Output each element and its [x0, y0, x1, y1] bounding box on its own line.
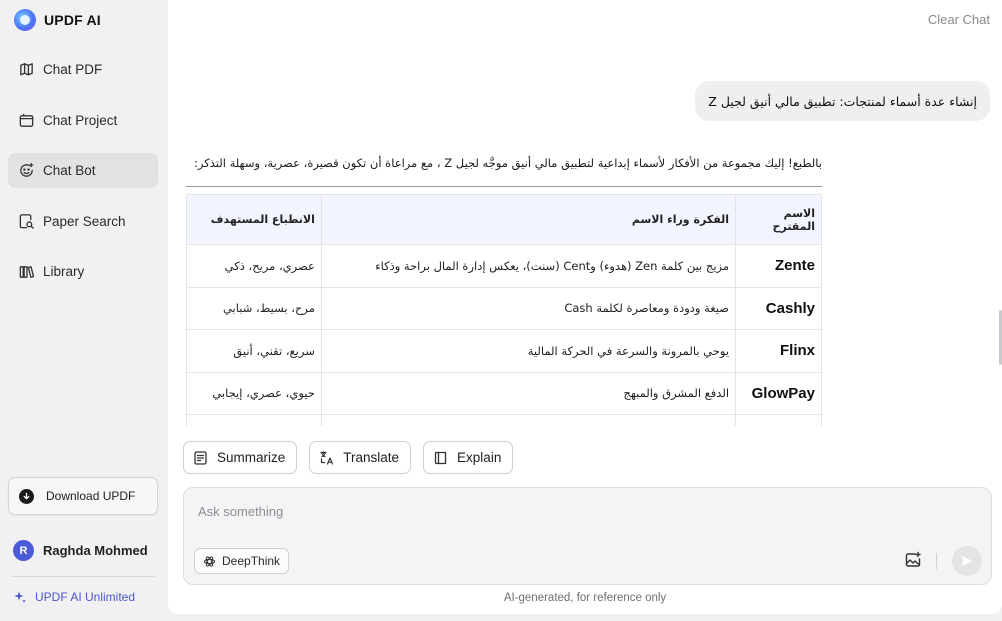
send-button[interactable]	[952, 546, 982, 576]
cell-name: Cashly	[735, 286, 822, 330]
image-add-icon	[905, 551, 921, 567]
summarize-button[interactable]: Summarize	[183, 441, 298, 474]
table-row: GlowPay الدفع المشرق والمبهج حيوي، عصري،…	[186, 371, 822, 415]
table-row: Zente مزيج بين كلمة Zen (هدوء) وCent (سن…	[186, 244, 822, 288]
sidebar-item-label: Paper Search	[43, 213, 126, 229]
cell-idea: مزيج بين كلمة Zen (هدوء) وCent (سنت)، يع…	[320, 244, 737, 288]
chat-panel: Clear Chat إنشاء عدة أسماء لمنتجات: تطبي…	[168, 0, 1002, 614]
sidebar-item-label: Chat Bot	[43, 163, 96, 178]
sidebar-item-chat-bot[interactable]: Chat Bot	[8, 153, 158, 188]
send-icon	[961, 555, 973, 567]
sidebar-item-chat-pdf[interactable]: Chat PDF	[8, 52, 158, 87]
deepthink-icon	[203, 555, 216, 567]
deepthink-toggle[interactable]: DeepThink	[194, 548, 290, 574]
user-name: Raghda Mohmed	[43, 543, 148, 558]
download-label: Download UPDF	[46, 489, 136, 503]
column-header-name: الاسم المقترح	[735, 194, 822, 245]
sidebar-item-label: Chat PDF	[43, 62, 103, 77]
sidebar-item-label: Library	[43, 264, 85, 279]
composer-separator	[936, 553, 937, 569]
sidebar-nav: Chat PDF Chat Project Chat Bot Paper Sea…	[8, 52, 158, 305]
upgrade-link[interactable]: UPDF AI Unlimited	[13, 590, 135, 604]
chat-bot-icon	[20, 163, 34, 177]
quick-actions: Summarize Translate Explain	[183, 441, 514, 474]
cell-impression: مرح، بسيط، شبابي	[186, 286, 322, 330]
cell-name: Flinx	[735, 329, 822, 373]
cell-name: GlowPay	[735, 371, 822, 415]
column-header-idea: الفكرة وراء الاسم	[320, 194, 737, 245]
brand[interactable]: UPDF AI	[14, 8, 101, 32]
download-icon	[19, 488, 34, 504]
download-updf-button[interactable]: Download UPDF	[8, 477, 158, 515]
clear-chat-button[interactable]: Clear Chat	[928, 12, 990, 27]
cell-impression: عصري، مريح، ذكي	[186, 244, 322, 288]
chat-pdf-icon	[20, 63, 33, 76]
sidebar-item-library[interactable]: Library	[8, 254, 158, 289]
translate-icon	[320, 450, 334, 465]
reply-divider	[186, 186, 822, 187]
table-header-row: الاسم المقترح الفكرة وراء الاسم الانطباع…	[186, 194, 822, 245]
paper-search-icon	[19, 213, 34, 229]
chat-project-icon	[19, 113, 34, 127]
sidebar: UPDF AI Chat PDF Chat Project Chat Bot P…	[0, 0, 168, 621]
table-row: Cashly صيغة ودودة ومعاصرة لكلمة Cash مرح…	[186, 286, 822, 330]
cell-idea: صيغة ودودة ومعاصرة لكلمة Cash	[320, 286, 737, 330]
sidebar-item-paper-search[interactable]: Paper Search	[8, 204, 158, 239]
sparkle-icon	[14, 591, 26, 603]
sidebar-item-label: Chat Project	[43, 112, 118, 128]
cell-idea: يوحي بالمرونة والسرعة في الحركة المالية	[320, 329, 737, 373]
summarize-label: Summarize	[217, 450, 286, 465]
cell-name: Zente	[735, 244, 822, 288]
sidebar-item-chat-project[interactable]: Chat Project	[8, 103, 158, 138]
translate-button[interactable]: Translate	[309, 441, 412, 474]
cell-impression: حيوي، عصري، إيجابي	[186, 371, 322, 415]
explain-label: Explain	[457, 450, 502, 465]
names-table: الاسم المقترح الفكرة وراء الاسم الانطباع…	[186, 194, 822, 426]
user-message: إنشاء عدة أسماء لمنتجات: تطبيق مالي أنيق…	[695, 81, 990, 121]
explain-button[interactable]: Explain	[423, 441, 514, 474]
avatar: R	[13, 540, 34, 561]
composer: DeepThink	[183, 487, 992, 585]
user-profile[interactable]: R Raghda Mohmed	[13, 540, 148, 561]
sidebar-divider	[12, 576, 155, 577]
table-row: Flinx يوحي بالمرونة والسرعة في الحركة ال…	[186, 329, 822, 373]
deepthink-label: DeepThink	[222, 554, 281, 568]
brand-name: UPDF AI	[44, 12, 101, 28]
ask-input[interactable]	[198, 500, 898, 522]
translate-label: Translate	[343, 450, 400, 465]
explain-icon	[434, 451, 447, 464]
column-header-impression: الانطباع المستهدف	[186, 194, 322, 245]
library-icon	[19, 266, 35, 278]
table-row	[186, 414, 822, 426]
upgrade-label: UPDF AI Unlimited	[35, 590, 136, 604]
updf-logo-icon	[14, 9, 36, 31]
ai-disclaimer: AI-generated, for reference only	[503, 592, 667, 604]
table: الاسم المقترح الفكرة وراء الاسم الانطباع…	[186, 194, 822, 426]
cell-idea: الدفع المشرق والمبهج	[320, 371, 737, 415]
summarize-icon	[194, 450, 207, 465]
assistant-reply-intro: بالطبع! إليك مجموعة من الأفكار لأسماء إب…	[194, 156, 822, 170]
cell-impression: سريع، تقني، أنيق	[186, 329, 322, 373]
image-upload-button[interactable]	[902, 549, 924, 571]
